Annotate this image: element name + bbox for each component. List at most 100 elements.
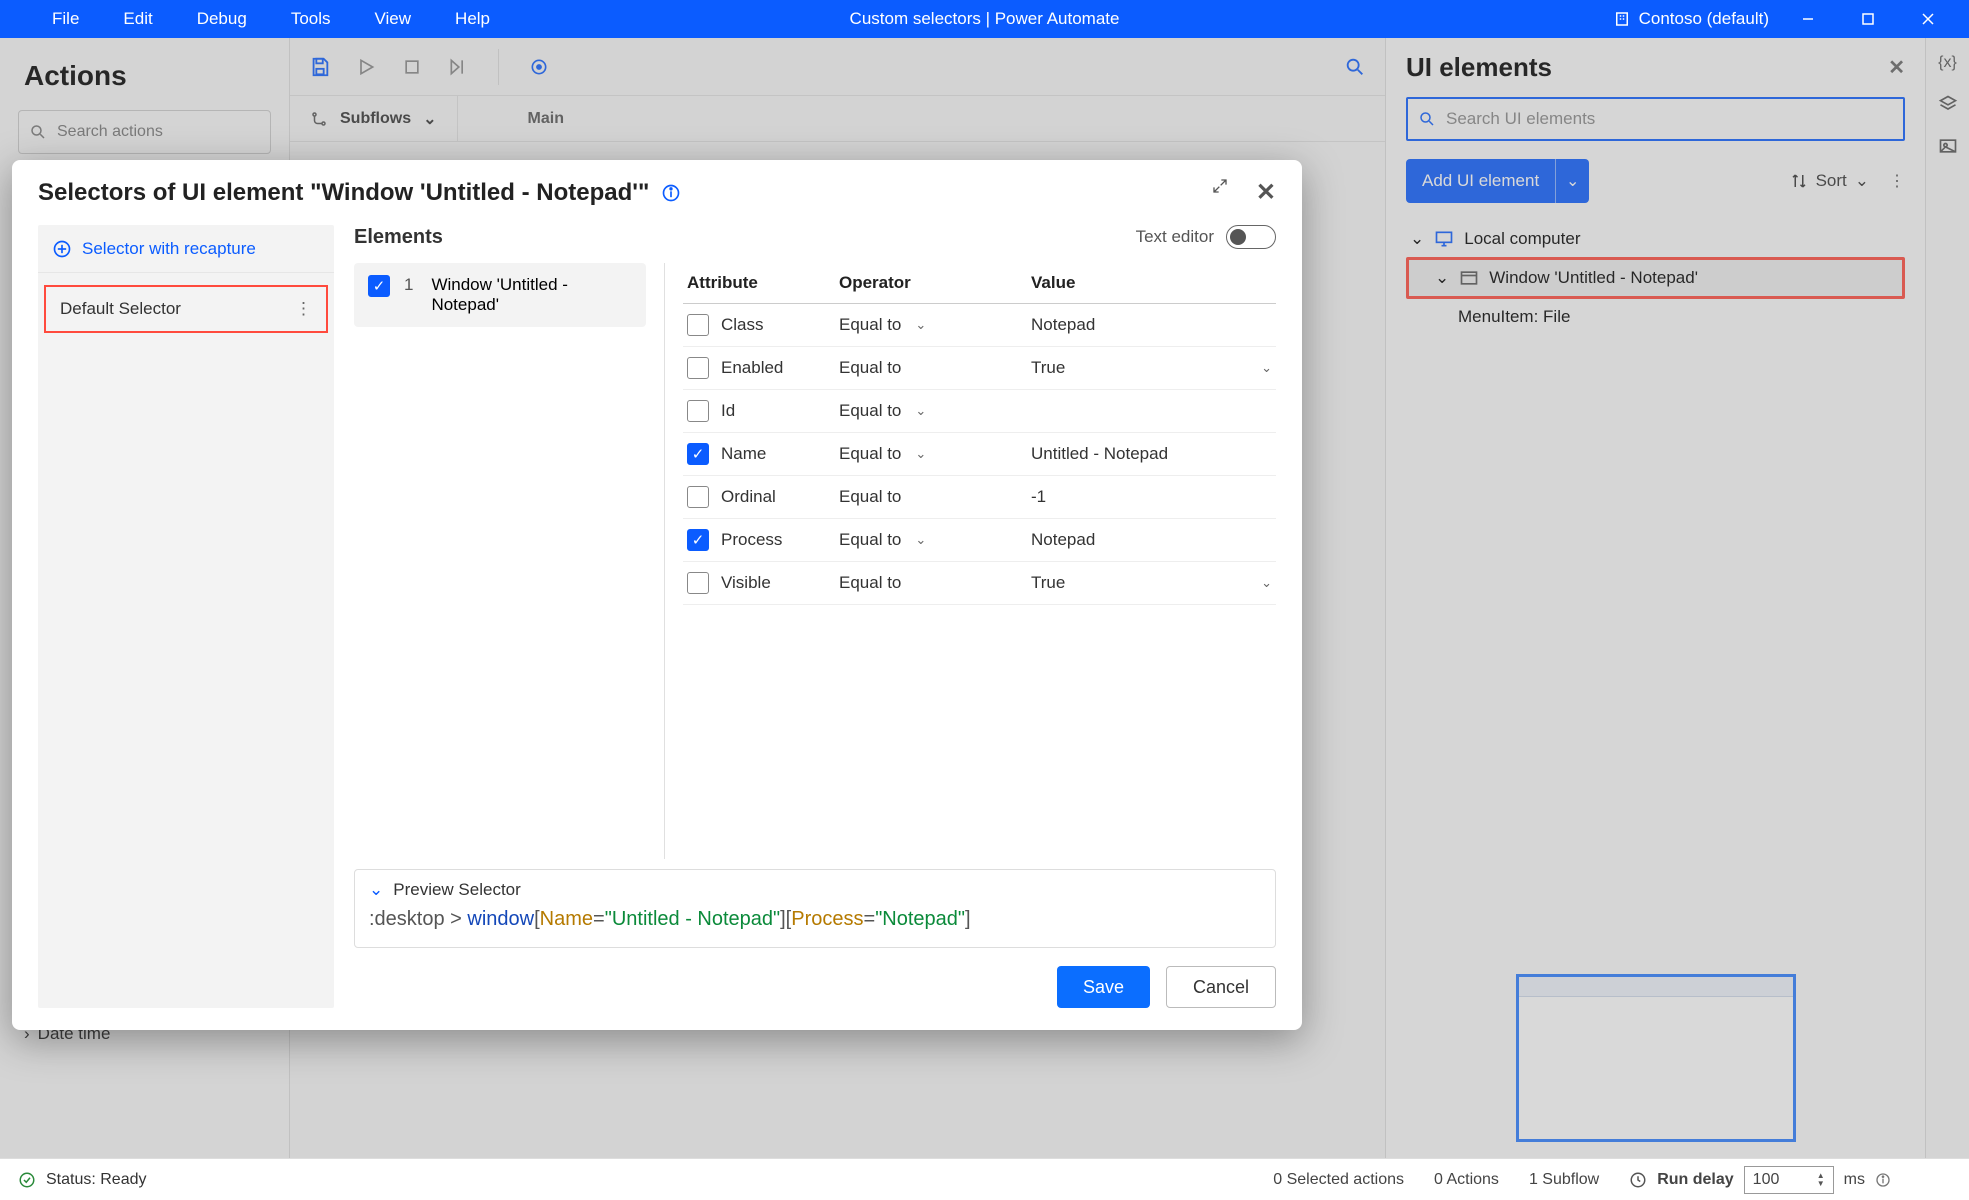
value-cell[interactable]: True ⌄ bbox=[1031, 358, 1272, 378]
attribute-checkbox[interactable]: ✓ bbox=[687, 443, 709, 465]
text-editor-toggle[interactable]: Text editor bbox=[1136, 225, 1276, 249]
menu-view[interactable]: View bbox=[353, 0, 434, 38]
element-item[interactable]: ✓ 1 Window 'Untitled - Notepad' bbox=[354, 263, 646, 327]
rail-variables-button[interactable]: {x} bbox=[1938, 54, 1957, 72]
attribute-name: Process bbox=[721, 530, 782, 550]
value-cell[interactable]: True ⌄ bbox=[1031, 573, 1272, 593]
run-delay-input[interactable]: 100 ▲▼ bbox=[1744, 1166, 1834, 1194]
toggle-switch[interactable] bbox=[1226, 225, 1276, 249]
attribute-checkbox[interactable] bbox=[687, 486, 709, 508]
attribute-checkbox[interactable] bbox=[687, 357, 709, 379]
tree-node-window-notepad[interactable]: ⌄ Window 'Untitled - Notepad' bbox=[1406, 257, 1905, 299]
rail-images-button[interactable] bbox=[1938, 136, 1958, 156]
operator-dropdown[interactable]: Equal to bbox=[839, 487, 1019, 507]
attribute-checkbox[interactable]: ✓ bbox=[687, 529, 709, 551]
expand-icon bbox=[1212, 178, 1228, 194]
elements-column: Elements Text editor ✓ 1 Window 'Untitle… bbox=[354, 225, 1276, 1008]
operator-dropdown[interactable]: Equal to bbox=[839, 358, 1019, 378]
window-title: Custom selectors | Power Automate bbox=[850, 9, 1120, 29]
window-close-button[interactable] bbox=[1907, 0, 1949, 38]
status-text: Status: Ready bbox=[46, 1171, 147, 1189]
actions-title: Actions bbox=[0, 50, 289, 110]
info-icon[interactable] bbox=[661, 183, 681, 203]
attribute-name: Ordinal bbox=[721, 487, 776, 507]
attribute-value: True bbox=[1031, 573, 1065, 593]
selector-item-default[interactable]: Default Selector ⋮ bbox=[44, 285, 328, 333]
ui-elements-search-placeholder: Search UI elements bbox=[1446, 109, 1595, 129]
preview-selector: ⌄ Preview Selector :desktop > window[Nam… bbox=[354, 869, 1276, 948]
attribute-checkbox[interactable] bbox=[687, 314, 709, 336]
info-icon[interactable] bbox=[1875, 1172, 1891, 1188]
selector-with-recapture-button[interactable]: Selector with recapture bbox=[38, 225, 334, 273]
window-minimize-button[interactable] bbox=[1787, 0, 1829, 38]
dialog-close-button[interactable]: ✕ bbox=[1256, 178, 1276, 207]
operator-dropdown[interactable]: Equal to bbox=[839, 573, 1019, 593]
value-cell[interactable]: -1 bbox=[1031, 487, 1272, 507]
save-icon-button[interactable] bbox=[306, 53, 334, 81]
selector-item-more-icon[interactable]: ⋮ bbox=[295, 299, 312, 319]
element-checkbox[interactable]: ✓ bbox=[368, 275, 390, 297]
attribute-checkbox[interactable] bbox=[687, 400, 709, 422]
subflows-dropdown[interactable]: Subflows ⌄ bbox=[290, 96, 458, 141]
attribute-row: ✓ Name Equal to ⌄ Untitled - Notepad bbox=[683, 433, 1276, 476]
status-actions: 0 Actions bbox=[1434, 1171, 1499, 1189]
operator-dropdown[interactable]: Equal to ⌄ bbox=[839, 315, 1019, 335]
tab-main[interactable]: Main bbox=[458, 96, 634, 141]
dialog-expand-button[interactable] bbox=[1212, 178, 1228, 207]
step-button[interactable] bbox=[444, 53, 472, 81]
search-designer-button[interactable] bbox=[1341, 53, 1369, 81]
record-button[interactable] bbox=[525, 53, 553, 81]
separator bbox=[498, 49, 499, 85]
attribute-name: Enabled bbox=[721, 358, 783, 378]
stop-icon bbox=[402, 57, 422, 77]
sort-icon bbox=[1790, 172, 1808, 190]
environment-picker[interactable]: Contoso (default) bbox=[1613, 9, 1769, 29]
add-ui-element-button[interactable]: Add UI element ⌄ bbox=[1406, 159, 1589, 203]
operator-dropdown[interactable]: Equal to ⌄ bbox=[839, 444, 1019, 464]
menu-edit[interactable]: Edit bbox=[101, 0, 174, 38]
search-actions-input[interactable]: Search actions bbox=[18, 110, 271, 154]
value-cell[interactable]: Notepad bbox=[1031, 530, 1272, 550]
more-options-button[interactable]: ⋮ bbox=[1889, 171, 1905, 191]
stepper-buttons[interactable]: ▲▼ bbox=[1817, 1172, 1825, 1188]
chevron-down-icon: ⌄ bbox=[1855, 171, 1869, 191]
ui-elements-title: UI elements bbox=[1406, 52, 1552, 83]
ui-elements-search-input[interactable]: Search UI elements bbox=[1406, 97, 1905, 141]
environment-label: Contoso (default) bbox=[1639, 9, 1769, 29]
cancel-button[interactable]: Cancel bbox=[1166, 966, 1276, 1008]
stop-button[interactable] bbox=[398, 53, 426, 81]
preview-selector-value: :desktop > window[Name="Untitled - Notep… bbox=[369, 908, 1261, 931]
attribute-name: Visible bbox=[721, 573, 771, 593]
window-maximize-button[interactable] bbox=[1847, 0, 1889, 38]
value-cell[interactable]: Untitled - Notepad bbox=[1031, 444, 1272, 464]
menu-tools[interactable]: Tools bbox=[269, 0, 353, 38]
value-cell[interactable]: Notepad bbox=[1031, 315, 1272, 335]
menu-file[interactable]: File bbox=[30, 0, 101, 38]
operator-dropdown[interactable]: Equal to ⌄ bbox=[839, 530, 1019, 550]
save-button[interactable]: Save bbox=[1057, 966, 1150, 1008]
col-attribute: Attribute bbox=[687, 273, 827, 293]
menu-help[interactable]: Help bbox=[433, 0, 512, 38]
tree-node-local-computer[interactable]: ⌄ Local computer bbox=[1406, 221, 1905, 257]
sort-button[interactable]: Sort ⌄ bbox=[1790, 171, 1869, 191]
menu-debug[interactable]: Debug bbox=[175, 0, 269, 38]
run-button[interactable] bbox=[352, 53, 380, 81]
run-delay-value: 100 bbox=[1753, 1171, 1780, 1189]
chevron-down-icon: ⌄ bbox=[369, 880, 383, 900]
preview-selector-toggle[interactable]: ⌄ Preview Selector bbox=[369, 880, 1261, 900]
attribute-row: Visible Equal to True ⌄ bbox=[683, 562, 1276, 605]
rail-ui-elements-button[interactable] bbox=[1938, 94, 1958, 114]
attributes-table: Attribute Operator Value Class Equal to … bbox=[664, 263, 1276, 859]
operator-dropdown[interactable]: Equal to ⌄ bbox=[839, 401, 1019, 421]
layers-icon bbox=[1938, 94, 1958, 114]
ui-elements-tree: ⌄ Local computer ⌄ Window 'Untitled - No… bbox=[1406, 221, 1905, 335]
col-operator: Operator bbox=[839, 273, 1019, 293]
play-icon bbox=[356, 57, 376, 77]
attribute-checkbox[interactable] bbox=[687, 572, 709, 594]
plus-circle-icon bbox=[52, 239, 72, 259]
chevron-down-icon: ⌄ bbox=[915, 317, 926, 333]
text-editor-label: Text editor bbox=[1136, 227, 1214, 247]
ui-elements-close-button[interactable]: ✕ bbox=[1888, 55, 1905, 80]
tree-node-menuitem-file[interactable]: MenuItem: File bbox=[1406, 299, 1905, 335]
right-rail: {x} bbox=[1925, 38, 1969, 1158]
